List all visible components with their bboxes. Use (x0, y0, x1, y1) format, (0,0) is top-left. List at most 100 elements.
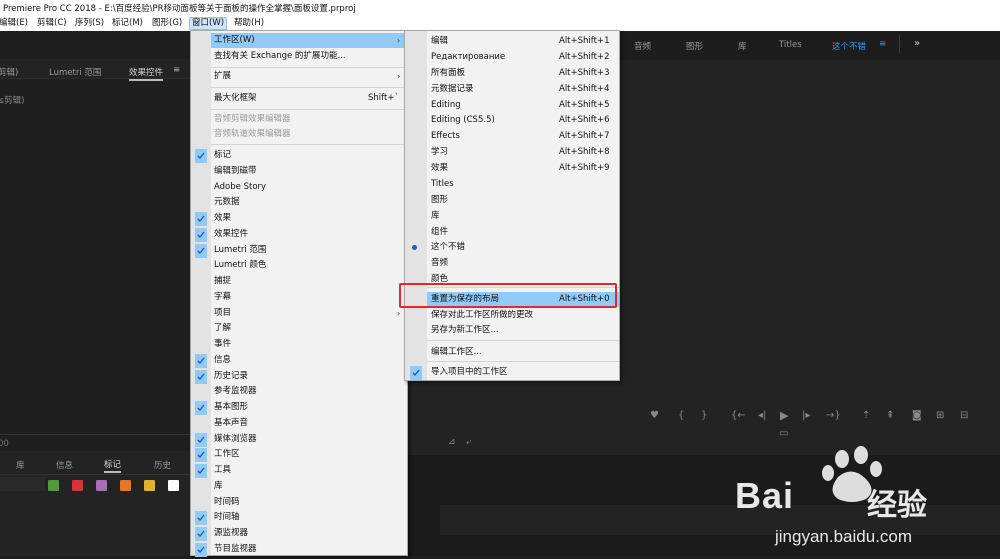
workspace-menu-item[interactable]: Titles (427, 177, 619, 192)
color-swatch-orange[interactable] (120, 480, 131, 491)
tab-libraries-ws[interactable]: 库 (738, 40, 747, 52)
menu-help[interactable]: 帮助(H) (232, 17, 266, 30)
step-forward-icon[interactable]: |▸ (802, 410, 810, 421)
menu-item-panel[interactable]: 节目监视器 (211, 542, 407, 557)
menu-item-panel[interactable]: 时间轴 (211, 510, 407, 525)
menu-item-panel[interactable]: 标记 (211, 148, 407, 163)
workspace-menu-item[interactable]: 另存为新工作区... (427, 323, 619, 338)
menu-item-panel[interactable]: 基本声音 (211, 416, 407, 431)
workspace-menu-item[interactable]: 效果 Alt+Shift+9 (427, 161, 619, 176)
workspace-menu-item[interactable]: 编辑 Alt+Shift+1 (427, 34, 619, 49)
menu-item-panel[interactable]: 事件 (211, 337, 407, 352)
comparison-view-icon[interactable]: ⊞ (936, 410, 944, 421)
menu-item-panel[interactable]: 库 (211, 479, 407, 494)
menu-item-panel[interactable]: 字幕 (211, 290, 407, 305)
menu-item-panel[interactable]: 编辑到磁带 (211, 164, 407, 179)
menu-item-shortcut: Shift+` (368, 93, 399, 103)
workspace-menu-item[interactable]: Editing Alt+Shift+5 (427, 98, 619, 113)
workspace-menu-item[interactable]: 图形 (427, 193, 619, 208)
menu-item-panel[interactable]: Lumetri 颜色 (211, 258, 407, 273)
workspace-menu-item[interactable]: Editing (CS5.5) Alt+Shift+6 (427, 113, 619, 128)
workspace-menu-item[interactable]: 保存对此工作区所做的更改 (427, 308, 619, 323)
menu-item-exchange[interactable]: 查找有关 Exchange 的扩展功能... (211, 49, 407, 64)
menu-item-panel[interactable]: 效果 (211, 211, 407, 226)
workspace-menu-item[interactable]: Редактирование Alt+Shift+2 (427, 50, 619, 65)
workspace-menu-item[interactable]: 音频 (427, 256, 619, 271)
tab-markers[interactable]: 标记 (104, 458, 122, 473)
menu-item-label: 音频轨道效果编辑器 (214, 129, 291, 139)
tab-history[interactable]: 历史 (154, 459, 171, 471)
checkmark-icon (195, 542, 207, 557)
color-swatch-yellow[interactable] (144, 480, 155, 491)
workspace-menu-item[interactable]: 库 (427, 209, 619, 224)
workspace-menu-item[interactable]: 元数据记录 Alt+Shift+4 (427, 82, 619, 97)
menu-item-panel[interactable]: 媒体浏览器 (211, 432, 407, 447)
color-swatch-green[interactable] (48, 480, 59, 491)
menu-item-panel[interactable]: 捕捉 (211, 274, 407, 289)
add-marker-icon[interactable]: ♥ (650, 410, 659, 421)
step-back-icon[interactable]: ◂| (758, 410, 766, 421)
mark-out-icon[interactable]: } (701, 410, 707, 421)
color-swatch-violet[interactable] (96, 480, 107, 491)
menu-item-panel[interactable]: 参考监视器 (211, 384, 407, 399)
menu-item-panel[interactable]: 工作区 (211, 447, 407, 462)
menu-sequence[interactable]: 序列(S) (73, 17, 106, 30)
go-to-in-icon[interactable]: {← (731, 410, 746, 421)
lift-icon[interactable]: ⇡ (862, 410, 870, 421)
menu-item-maximize[interactable]: 最大化框架 Shift+` (211, 91, 407, 106)
menu-item-panel[interactable]: 了解 (211, 321, 407, 336)
workspace-menu-item[interactable]: 组件 (427, 225, 619, 240)
export-frame-icon[interactable]: ◙ (912, 410, 922, 421)
checkmark-icon (195, 243, 207, 258)
menu-item-workspace[interactable]: 工作区(W) › (211, 33, 407, 48)
workspace-menu-icon[interactable]: ≡ (879, 39, 886, 49)
tab-titles[interactable]: Titles (779, 40, 802, 50)
tab-effect-controls[interactable]: 效果控件 (129, 66, 164, 81)
color-swatch-red[interactable] (72, 480, 83, 491)
menu-item-extensions[interactable]: 扩展 › (211, 69, 407, 84)
workspace-menu-item[interactable]: 所有面板 Alt+Shift+3 (427, 66, 619, 81)
tab-lumetri-scopes[interactable]: Lumetri 范围 (49, 66, 101, 78)
menu-item-panel[interactable]: 项目 › (211, 306, 407, 321)
workspace-menu-item[interactable]: 编辑工作区... (427, 345, 619, 360)
menu-item-panel[interactable]: 工具 (211, 463, 407, 478)
checkmark-icon (195, 432, 207, 447)
menu-item-panel[interactable]: 时间码 (211, 495, 407, 510)
workspace-menu-item[interactable]: Effects Alt+Shift+7 (427, 129, 619, 144)
tab-graphics[interactable]: 图形 (686, 40, 703, 52)
go-to-out-icon[interactable]: →} (826, 410, 841, 421)
menu-item-panel[interactable]: 源监视器 (211, 526, 407, 541)
more-tabs-button[interactable]: » (914, 38, 920, 49)
menu-item-panel[interactable]: 信息 (211, 353, 407, 368)
menu-item-panel[interactable]: 效果控件 (211, 227, 407, 242)
tab-clip[interactable]: 剪辑) (0, 66, 18, 78)
menu-item-panel[interactable]: 历史记录 (211, 369, 407, 384)
tab-info[interactable]: 信息 (56, 459, 73, 471)
workspace-menu-item[interactable]: 这个不错 (427, 240, 619, 255)
menu-item-panel[interactable]: 基本图形 (211, 400, 407, 415)
color-swatch-white[interactable] (168, 480, 179, 491)
tab-audio[interactable]: 音频 (634, 40, 651, 52)
menu-marker[interactable]: 标记(M) (110, 17, 145, 30)
insert-icon[interactable]: ⊿ (448, 437, 456, 447)
menu-window[interactable]: 窗口(W) (189, 17, 228, 30)
checkmark-icon (410, 366, 422, 380)
baidu-watermark: Bai 经验 jingyan.baidu.com (735, 445, 1000, 556)
workspace-menu-item[interactable]: 学习 Alt+Shift+8 (427, 145, 619, 160)
menu-edit[interactable]: 编辑(E) (0, 17, 30, 30)
workspace-menu-item[interactable]: 导入项目中的工作区 (427, 365, 619, 380)
button-editor-icon[interactable]: ⊟ (960, 410, 968, 421)
safe-margins-icon[interactable]: ▭ (779, 428, 788, 439)
extract-icon[interactable]: ⇞ (886, 410, 894, 421)
mark-in-icon[interactable]: { (678, 410, 684, 421)
menu-item-panel[interactable]: 元数据 (211, 195, 407, 210)
play-icon[interactable]: ▶ (780, 409, 788, 422)
menu-item-panel[interactable]: Adobe Story (211, 180, 407, 195)
menu-graphics[interactable]: 图形(G) (150, 17, 184, 30)
menu-clip[interactable]: 剪辑(C) (35, 17, 69, 30)
panel-menu-icon[interactable]: ≡ (173, 65, 180, 75)
tab-libraries[interactable]: 库 (16, 459, 25, 471)
tab-this-is-good[interactable]: 这个不错 (832, 40, 866, 52)
overwrite-icon[interactable]: ⤶ (466, 437, 471, 447)
menu-item-panel[interactable]: Lumetri 范围 (211, 243, 407, 258)
